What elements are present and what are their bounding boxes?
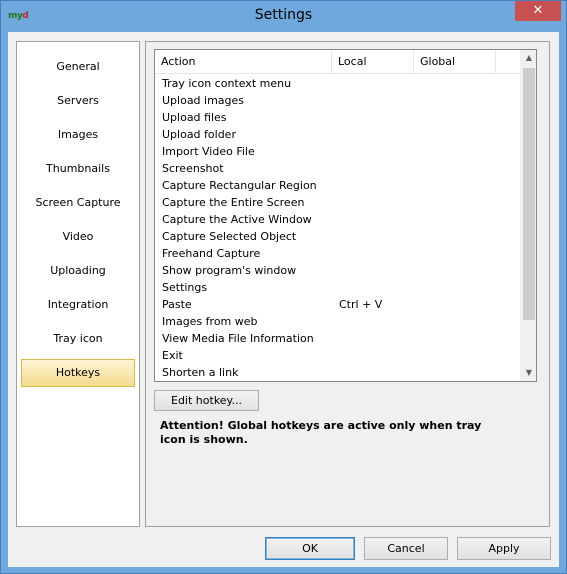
table-row[interactable]: Capture the Entire Screen [155,194,522,211]
client-area: General Servers Images Thumbnails Screen Cap… [8,32,559,567]
hotkeys-panel: Action Local Global Tray icon context me… [145,41,550,527]
nav-item-screen-capture[interactable]: Screen Capture [21,189,135,217]
settings-nav: General Servers Images Thumbnails Screen Cap… [16,41,140,527]
table-row[interactable]: Shorten a link [155,364,522,381]
close-icon[interactable]: ✕ [515,1,561,21]
cell-local: Ctrl + V [339,298,383,311]
list-header: Action Local Global [155,50,522,74]
cell-action: Upload folder [162,128,236,141]
table-row[interactable]: Tray icon context menu [155,75,522,92]
table-row[interactable]: Capture Selected Object [155,228,522,245]
table-row[interactable]: Upload images [155,92,522,109]
table-row[interactable]: Capture Rectangular Region [155,177,522,194]
cell-action: Tray icon context menu [162,77,292,90]
nav-item-hotkeys[interactable]: Hotkeys [21,359,135,387]
cell-action: Capture Selected Object [162,230,297,243]
apply-button[interactable]: Apply [457,537,551,560]
cell-action: Capture Rectangular Region [162,179,317,192]
cell-action: Capture the Entire Screen [162,196,305,209]
scrollbar-thumb[interactable] [523,68,535,320]
table-row[interactable]: Exit [155,347,522,364]
nav-item-general[interactable]: General [21,53,135,81]
nav-item-thumbnails[interactable]: Thumbnails [21,155,135,183]
table-row[interactable]: Show program's window [155,262,522,279]
nav-item-tray-icon[interactable]: Tray icon [21,325,135,353]
table-row[interactable]: Upload files [155,109,522,126]
attention-text: Attention! Global hotkeys are active onl… [160,419,482,446]
nav-item-images[interactable]: Images [21,121,135,149]
column-header-action[interactable]: Action [155,50,332,74]
cell-action: Upload files [162,111,227,124]
column-header-global[interactable]: Global [414,50,496,74]
table-row[interactable]: Screenshot [155,160,522,177]
table-row[interactable]: Import Video File [155,143,522,160]
nav-item-video[interactable]: Video [21,223,135,251]
column-header-local[interactable]: Local [332,50,414,74]
cell-action: Shorten a link [162,366,239,379]
cell-action: Settings [162,281,208,294]
table-row[interactable]: Images from web [155,313,522,330]
table-row[interactable]: View Media File Information [155,330,522,347]
table-row[interactable]: Settings [155,279,522,296]
cell-action: Capture the Active Window [162,213,312,226]
cancel-button[interactable]: Cancel [364,537,448,560]
cell-action: Screenshot [162,162,224,175]
scroll-up-icon[interactable]: ▲ [521,50,536,66]
scroll-down-icon[interactable]: ▼ [521,365,536,381]
vertical-scrollbar[interactable]: ▲ ▼ [520,50,536,381]
cell-action: Upload images [162,94,245,107]
cell-action: Images from web [162,315,258,328]
nav-item-integration[interactable]: Integration [21,291,135,319]
table-row[interactable]: Capture the Active Window [155,211,522,228]
cell-action: Import Video File [162,145,255,158]
settings-window: myd Settings ✕ General Servers Images Thumb… [0,0,567,574]
cell-action: Exit [162,349,183,362]
nav-item-uploading[interactable]: Uploading [21,257,135,285]
title-bar[interactable]: myd Settings ✕ [1,1,566,32]
cell-action: Show program's window [162,264,297,277]
nav-item-servers[interactable]: Servers [21,87,135,115]
hotkeys-list[interactable]: Action Local Global Tray icon context me… [154,49,537,382]
table-row[interactable]: Upload folder [155,126,522,143]
hotkeys-rows: Tray icon context menu Upload images Uploa… [155,75,522,381]
cell-action: Freehand Capture [162,247,261,260]
table-row[interactable]: Freehand Capture [155,245,522,262]
cell-action: Paste [162,298,192,311]
table-row[interactable]: Paste Ctrl + V [155,296,522,313]
window-title: Settings [254,7,313,23]
edit-hotkey-button[interactable]: Edit hotkey... [154,390,259,411]
ok-button[interactable]: OK [265,537,355,560]
cell-action: View Media File Information [162,332,314,345]
